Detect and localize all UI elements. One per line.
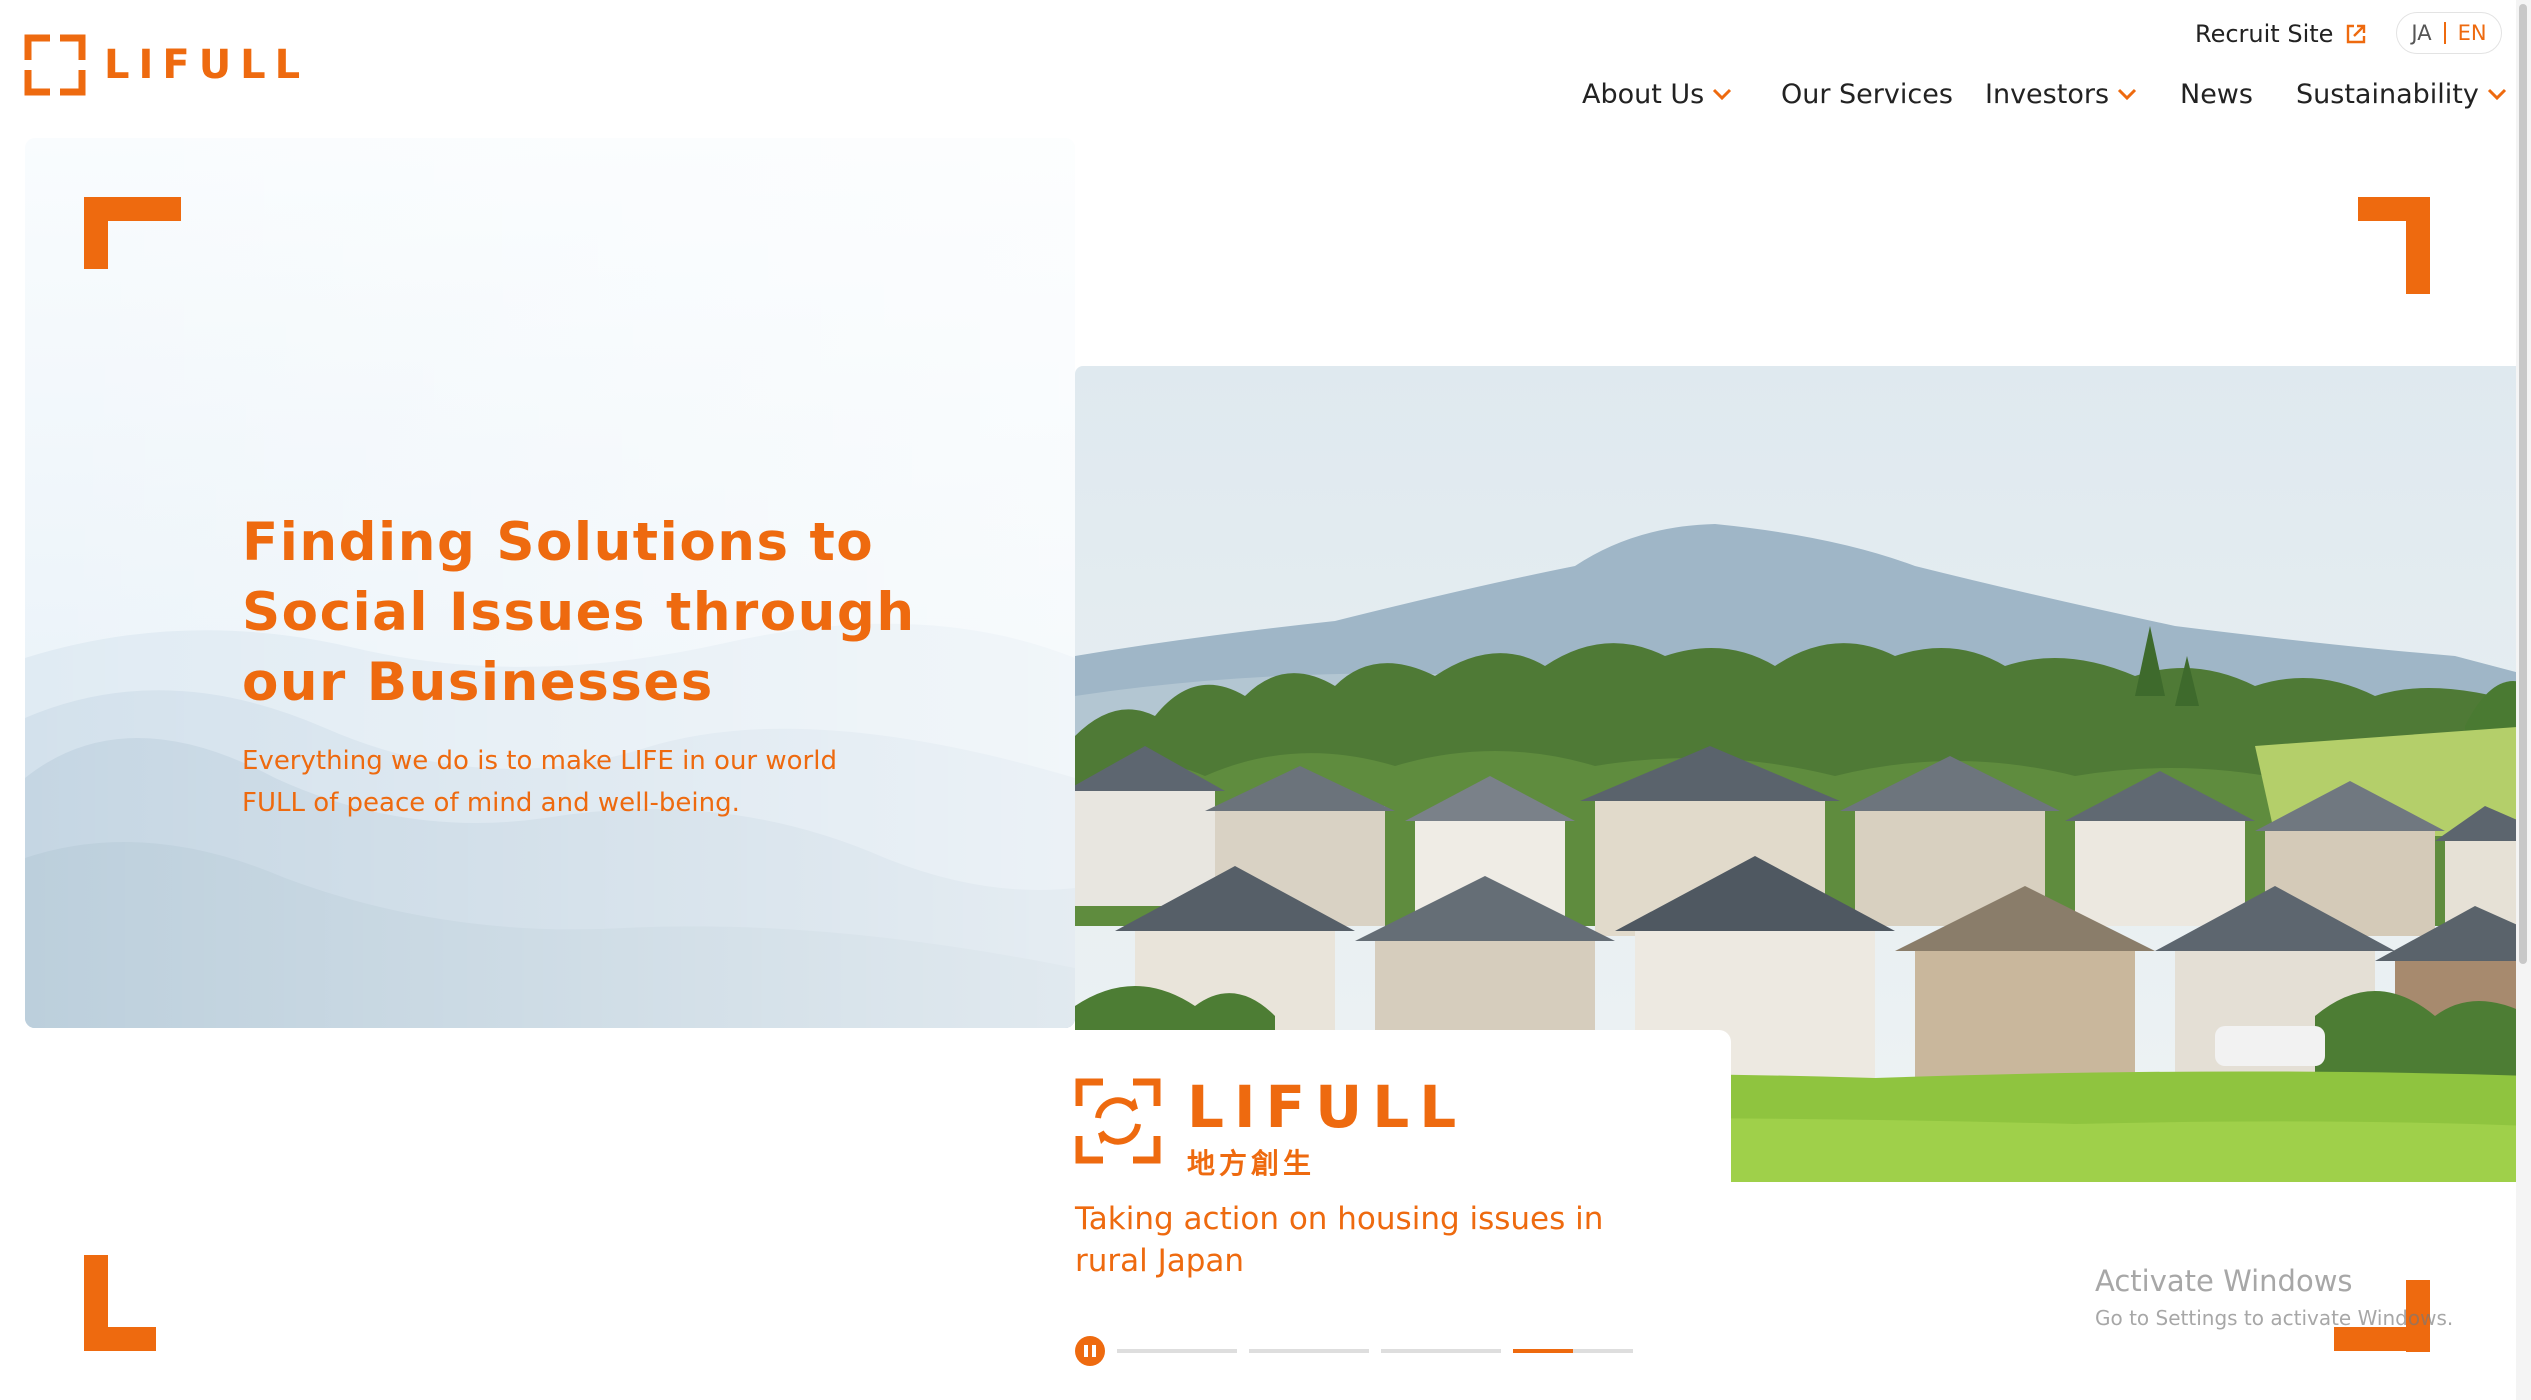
slide-indicator-4[interactable] xyxy=(1513,1349,1633,1353)
logo-text: LIFULL xyxy=(104,42,310,88)
lifull-bracket-icon xyxy=(24,34,86,96)
slide-indicator-3[interactable] xyxy=(1381,1349,1501,1353)
lang-ja-button[interactable]: JA xyxy=(2411,21,2431,45)
hero-subtitle: Everything we do is to make LIFE in our … xyxy=(242,740,982,824)
hero-title: Finding Solutions to Social Issues throu… xyxy=(242,508,982,718)
lifull-chihou-sousei-logo[interactable]: LIFULL 地方創生 xyxy=(1075,1078,1466,1182)
carousel-controls xyxy=(1075,1336,1645,1366)
recruit-site-label: Recruit Site xyxy=(2195,20,2334,48)
nav-label: Sustainability xyxy=(2296,78,2479,110)
slide-caption: Taking action on housing issues in rural… xyxy=(1075,1198,1695,1282)
activate-title: Activate Windows xyxy=(2095,1264,2353,1298)
activate-subtitle: Go to Settings to activate Windows. xyxy=(2095,1306,2454,1330)
nav-about-us[interactable]: About Us xyxy=(1582,72,1732,116)
pause-button[interactable] xyxy=(1075,1336,1105,1366)
slide-indicator-2[interactable] xyxy=(1249,1349,1369,1353)
page-scrollbar[interactable] xyxy=(2516,0,2531,1400)
hero-subtitle-line: Everything we do is to make LIFE in our … xyxy=(242,746,837,776)
corner-bracket-top-left xyxy=(84,197,108,269)
lifull-logo[interactable]: LIFULL xyxy=(24,34,309,96)
external-link-icon xyxy=(2347,24,2366,44)
pause-icon xyxy=(1092,1345,1096,1357)
recruit-site-link[interactable]: Recruit Site xyxy=(2195,16,2367,52)
caption-line: Taking action on housing issues in xyxy=(1075,1201,1604,1237)
hero-subtitle-line: FULL of peace of mind and well-being. xyxy=(242,788,740,818)
nav-our-services[interactable]: Our Services xyxy=(1781,72,1953,116)
caption-line: rural Japan xyxy=(1075,1243,1245,1279)
slide-indicator-1[interactable] xyxy=(1117,1349,1237,1353)
corner-bracket-bottom-left xyxy=(84,1327,156,1351)
sub-logo-name: LIFULL xyxy=(1187,1073,1467,1141)
nav-sustainability[interactable]: Sustainability xyxy=(2296,72,2507,116)
pause-icon xyxy=(1084,1345,1088,1357)
lang-en-button[interactable]: EN xyxy=(2458,21,2487,45)
chevron-down-icon xyxy=(1713,88,1732,101)
refresh-bracket-icon xyxy=(1075,1078,1161,1164)
sub-logo-japanese: 地方創生 xyxy=(1187,1147,1316,1180)
activate-windows-watermark: Activate Windows Go to Settings to activ… xyxy=(2095,1264,2453,1330)
slide-indicator-fill xyxy=(1513,1349,1573,1353)
corner-bracket-bottom-right xyxy=(2334,1327,2430,1351)
corner-bracket-top-right xyxy=(2406,197,2430,294)
nav-news[interactable]: News xyxy=(2180,72,2253,116)
hero-title-line: Social Issues through xyxy=(242,582,916,643)
scrollbar-thumb[interactable] xyxy=(2519,4,2527,964)
lang-divider xyxy=(2443,22,2446,44)
nav-label: About Us xyxy=(1582,78,1705,110)
nav-investors[interactable]: Investors xyxy=(1985,72,2137,116)
language-switcher: JA EN xyxy=(2396,12,2502,54)
chevron-down-icon xyxy=(2117,88,2137,101)
hero-title-line: our Businesses xyxy=(242,652,714,713)
hero-title-line: Finding Solutions to xyxy=(242,512,875,573)
nav-label: News xyxy=(2180,78,2253,110)
chevron-down-icon xyxy=(2487,88,2506,101)
nav-label: Our Services xyxy=(1781,78,1953,110)
nav-label: Investors xyxy=(1985,78,2110,110)
